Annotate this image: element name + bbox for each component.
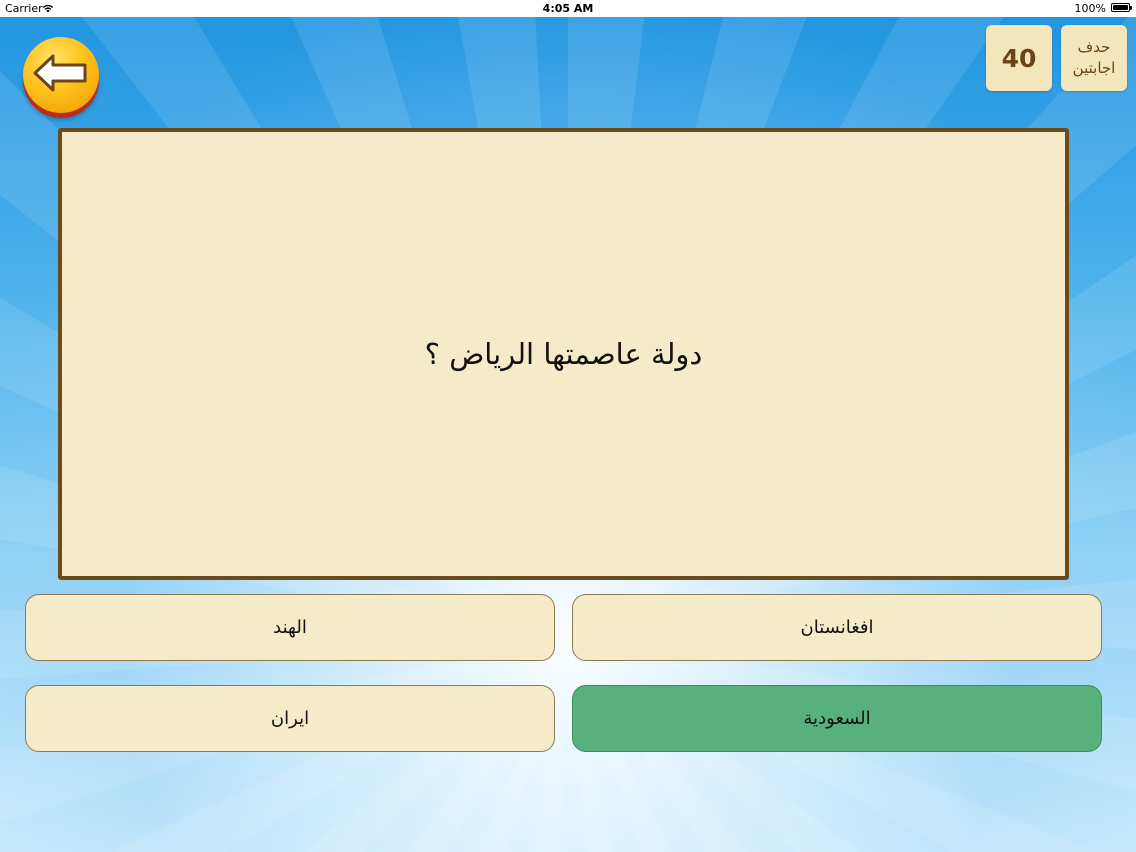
answer-option-iran[interactable]: ايران xyxy=(25,685,555,752)
answer-option-saudi-correct[interactable]: السعودية xyxy=(572,685,1102,752)
remove-two-label-line2: اجابتين xyxy=(1072,59,1116,77)
battery-percent: 100% xyxy=(1074,2,1106,15)
remove-two-answers-button[interactable]: حدف اجابتين xyxy=(1061,25,1127,91)
question-text: دولة عاصمتها الرياض ؟ xyxy=(424,337,703,371)
status-bar: Carrier 4:05 AM 100% xyxy=(0,0,1136,17)
remove-two-label-line1: حدف xyxy=(1077,38,1111,56)
question-card: دولة عاصمتها الرياض ؟ xyxy=(58,128,1069,580)
battery-icon xyxy=(1111,3,1132,12)
score-counter: 40 xyxy=(986,25,1052,91)
answer-option-afghanistan[interactable]: افغانستان xyxy=(572,594,1102,661)
left-arrow-icon xyxy=(33,54,87,92)
answer-option-india[interactable]: الهند xyxy=(25,594,555,661)
back-button[interactable] xyxy=(23,37,99,113)
status-time: 4:05 AM xyxy=(542,2,594,15)
